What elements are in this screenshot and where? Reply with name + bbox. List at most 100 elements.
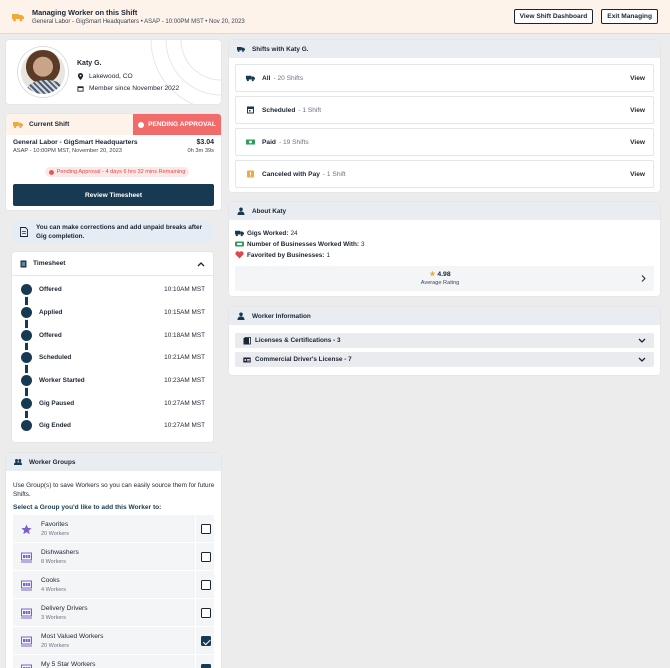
truck-icon (237, 47, 245, 52)
shifts-with-header: Shifts with Katy G. (229, 40, 660, 58)
gigs-value: 24 (290, 229, 298, 237)
group-checkbox[interactable] (201, 580, 211, 590)
group-checkbox[interactable] (201, 608, 211, 618)
shifts-row-all[interactable]: All - 20 Shifts View (235, 64, 654, 92)
timeline-time: 10:27AM MST (164, 421, 205, 429)
group-checkbox[interactable] (201, 552, 211, 562)
group-row-dishwashers[interactable]: Dishwashers 8 Workers (13, 542, 214, 571)
timesheet-icon (20, 260, 27, 267)
chevron-right-icon[interactable] (641, 275, 646, 282)
gigs-label: Gigs Worked: (247, 229, 289, 237)
timeline-time: 10:23AM MST (164, 376, 205, 384)
timeline-label: Gig Ended (39, 421, 71, 429)
status-badge: PENDING APPROVAL (133, 114, 221, 135)
shifts-with-card: Shifts with Katy G. All - 20 Shifts View… (229, 40, 660, 192)
shifts-with-title: Shifts with Katy G. (252, 45, 309, 53)
about-title: About Katy (252, 207, 287, 215)
average-rating[interactable]: ★ 4.98 Average Rating (235, 266, 654, 291)
pending-approval-note: Pending Approval - 4 days 6 hrs 32 mins … (45, 167, 189, 177)
location-text: Lakewood, CO (89, 73, 133, 80)
group-row-delivery-drivers[interactable]: Delivery Drivers 3 Workers (13, 598, 214, 627)
drivers-license-label: Commercial Driver's License - 7 (255, 356, 352, 363)
licenses-row[interactable]: Licenses & Certifications - 3 (235, 333, 654, 348)
about-card: About Katy Gigs Worked: 24 Number of Busi… (229, 202, 660, 296)
truck-icon (13, 122, 23, 129)
timeline-label: Offered (39, 285, 62, 293)
businesses-label: Number of Businesses Worked With: (247, 240, 360, 248)
group-icon (21, 608, 32, 619)
group-name: My 5 Star Workers (41, 661, 96, 668)
people-icon (14, 459, 22, 465)
timeline-dot-icon (21, 306, 32, 318)
group-name: Cooks (41, 577, 60, 584)
star-icon (21, 524, 32, 535)
view-link[interactable]: View (630, 171, 645, 178)
truck-icon (246, 75, 255, 82)
chevron-up-icon[interactable] (197, 261, 205, 267)
shift-title: General Labor - GigSmart Headquarters (13, 139, 138, 146)
shift-row-name: Paid (262, 138, 276, 146)
group-icon (21, 636, 32, 647)
group-row-my-5-star-workers[interactable]: My 5 Star Workers (13, 654, 214, 668)
chevron-down-icon[interactable] (638, 357, 646, 363)
timesheet-card: Timesheet Offered 10:10AM MST Applied 10:1… (12, 252, 213, 442)
certificate-icon (243, 336, 251, 344)
group-count: 20 Workers (41, 643, 70, 649)
heart-icon (235, 251, 244, 259)
timeline-entry: Offered 10:10AM MST (12, 278, 213, 300)
shift-subtitle: ASAP - 10:00PM MST, November 20, 2023 (13, 148, 122, 154)
group-checkbox[interactable] (201, 664, 211, 668)
exit-managing-button[interactable]: Exit Managing (601, 9, 658, 24)
group-name: Favorites (41, 521, 69, 528)
favorited-label: Favorited by Businesses: (247, 251, 325, 259)
status-text: PENDING APPROVAL (148, 121, 216, 128)
view-link[interactable]: View (630, 75, 645, 82)
timeline-entry: Applied 10:15AM MST (12, 301, 213, 323)
group-checkbox[interactable] (201, 524, 211, 534)
star-icon: ★ (429, 271, 436, 278)
person-icon (237, 312, 245, 320)
worker-information-header: Worker Information (229, 307, 660, 325)
group-row-most-valued-workers[interactable]: Most Valued Workers 20 Workers (13, 626, 214, 655)
member-since-text: Member since November 2022 (89, 85, 180, 92)
group-checkbox[interactable] (201, 636, 211, 646)
money-icon (246, 139, 255, 145)
about-header: About Katy (229, 202, 660, 220)
worker-groups-header: Worker Groups (6, 453, 221, 471)
groups-description: Use Group(s) to save Workers so you can … (13, 482, 215, 498)
timeline-label: Offered (39, 331, 62, 339)
businesses-value: 3 (361, 240, 365, 248)
view-link[interactable]: View (630, 139, 645, 146)
view-shift-dashboard-button[interactable]: View Shift Dashboard (513, 9, 594, 24)
calendar-icon (247, 106, 254, 114)
shifts-row-paid[interactable]: Paid - 19 Shifts View (235, 128, 654, 156)
group-count: 4 Workers (41, 587, 66, 593)
timesheet-header[interactable]: Timesheet (12, 252, 213, 276)
view-link[interactable]: View (630, 107, 645, 114)
truck-icon (12, 13, 24, 21)
current-shift-card: Current Shift PENDING APPROVAL General L… (6, 114, 221, 210)
document-icon (20, 227, 28, 237)
group-row-cooks[interactable]: Cooks 4 Workers (13, 570, 214, 599)
review-timesheet-button[interactable]: Review Timesheet (13, 184, 214, 206)
drivers-license-row[interactable]: Commercial Driver's License - 7 (235, 352, 654, 367)
cancel-icon (247, 170, 254, 178)
worker-name: Katy G. (77, 60, 102, 67)
shift-row-count: - 20 Shifts (273, 74, 304, 82)
timeline-label: Worker Started (39, 376, 85, 384)
shifts-row-scheduled[interactable]: Scheduled - 1 Shift View (235, 96, 654, 124)
chevron-down-icon[interactable] (638, 338, 646, 344)
timeline-entry: Gig Ended 10:27AM MST (12, 414, 213, 436)
favorited-line: Favorited by Businesses: 1 (235, 251, 330, 259)
gigs-worked-line: Gigs Worked: 24 (235, 229, 298, 237)
businesses-line: Number of Businesses Worked With: 3 (235, 240, 365, 248)
group-name: Delivery Drivers (41, 605, 88, 612)
licenses-label: Licenses & Certifications - 3 (255, 337, 341, 344)
shifts-row-canceled-with-pay[interactable]: Canceled with Pay - 1 Shift View (235, 160, 654, 188)
shift-row-count: - 1 Shift (298, 106, 322, 114)
pending-note-text: Pending Approval - 4 days 6 hrs 32 mins … (56, 169, 186, 175)
group-row-favorites[interactable]: Favorites 20 Workers (13, 514, 214, 543)
worker-information-card: Worker Information Licenses & Certificat… (229, 307, 660, 375)
timeline-dot-icon (21, 283, 32, 295)
timeline-time: 10:15AM MST (164, 308, 205, 316)
